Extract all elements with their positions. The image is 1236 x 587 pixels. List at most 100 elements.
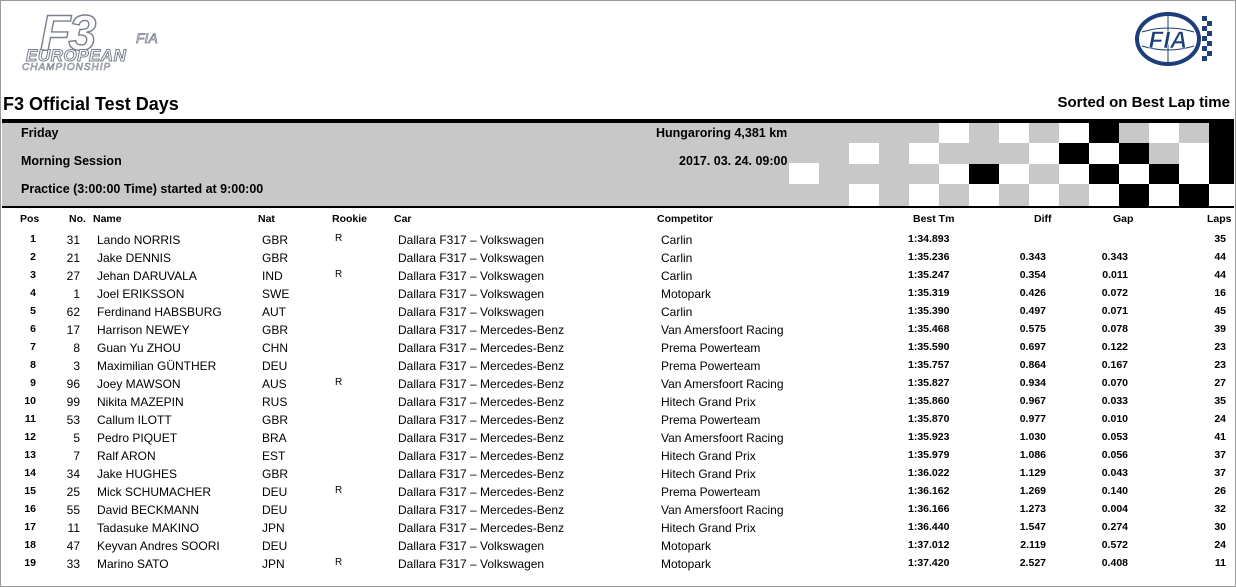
cell-competitor: Hitech Grand Prix xyxy=(661,521,756,535)
cell-gap: 0.072 xyxy=(1101,287,1128,299)
cell-laps: 16 xyxy=(1214,287,1226,299)
cell-no: 33 xyxy=(66,557,80,571)
cell-no: 3 xyxy=(73,359,80,373)
cell-no: 1 xyxy=(73,287,80,301)
table-row: 5 62 Ferdinand HABSBURG AUT Dallara F317 – V… xyxy=(0,305,1236,323)
cell-car: Dallara F317 – Mercedes-Benz xyxy=(398,359,565,373)
session-name: Morning Session xyxy=(21,154,122,168)
cell-best: 1:35.236 xyxy=(908,251,950,263)
cell-pos: 10 xyxy=(24,395,36,407)
cell-diff: 2.527 xyxy=(1019,557,1046,569)
cell-car: Dallara F317 – Volkswagen xyxy=(398,557,545,571)
cell-best: 1:34.893 xyxy=(908,233,950,245)
cell-no: 31 xyxy=(66,233,80,247)
f3-logo-championship-text: CHAMPIONSHIP xyxy=(22,62,112,74)
table-row: 8 3 Maximilian GÜNTHER DEU Dallara F317 – Me… xyxy=(0,359,1236,377)
cell-name: Lando NORRIS xyxy=(97,233,181,247)
cell-no: 11 xyxy=(67,521,80,535)
cell-laps: 24 xyxy=(1214,539,1226,551)
cell-gap: 0.408 xyxy=(1101,557,1128,569)
cell-name: Jehan DARUVALA xyxy=(97,269,197,283)
cell-best: 1:37.012 xyxy=(908,539,950,551)
header-pos: Pos xyxy=(20,213,40,225)
cell-gap: 0.056 xyxy=(1101,449,1128,461)
f3-european-championship-logo: F3 FIA EUROPEAN CHAMPIONSHIP xyxy=(18,4,168,74)
cell-no: 55 xyxy=(66,503,80,517)
cell-gap: 0.122 xyxy=(1101,341,1128,353)
cell-best: 1:35.590 xyxy=(908,341,950,353)
cell-nat: AUT xyxy=(262,305,286,319)
header-gap: Gap xyxy=(1113,213,1134,225)
cell-name: Ferdinand HABSBURG xyxy=(97,305,222,319)
cell-laps: 26 xyxy=(1214,485,1226,497)
cell-laps: 45 xyxy=(1214,305,1226,317)
cell-car: Dallara F317 – Mercedes-Benz xyxy=(398,323,565,337)
cell-pos: 12 xyxy=(24,431,36,443)
cell-car: Dallara F317 – Mercedes-Benz xyxy=(398,467,565,481)
cell-competitor: Carlin xyxy=(661,233,693,247)
cell-gap: 0.033 xyxy=(1101,395,1128,407)
cell-pos: 8 xyxy=(30,359,36,371)
header-best-time: Best Tm xyxy=(913,213,955,225)
cell-laps: 27 xyxy=(1214,377,1226,389)
cell-no: 62 xyxy=(66,305,80,319)
cell-gap: 0.343 xyxy=(1101,251,1128,263)
cell-best: 1:35.468 xyxy=(908,323,950,335)
cell-diff: 1.086 xyxy=(1019,449,1046,461)
cell-diff: 0.575 xyxy=(1019,323,1046,335)
cell-competitor: Van Amersfoort Racing xyxy=(661,431,784,445)
table-row: 6 17 Harrison NEWEY GBR Dallara F317 – Merce… xyxy=(0,323,1236,341)
cell-car: Dallara F317 – Volkswagen xyxy=(398,251,545,265)
cell-laps: 37 xyxy=(1214,467,1226,479)
cell-no: 5 xyxy=(73,431,80,445)
cell-laps: 30 xyxy=(1214,521,1226,533)
cell-competitor: Hitech Grand Prix xyxy=(661,467,756,481)
cell-best: 1:35.860 xyxy=(908,395,950,407)
cell-laps: 23 xyxy=(1214,341,1226,353)
fia-logo-text: FIA xyxy=(1149,27,1188,54)
table-row: 10 99 Nikita MAZEPIN RUS Dallara F317 – Merc… xyxy=(0,395,1236,413)
cell-diff: 1.129 xyxy=(1019,467,1046,479)
header-rookie: Rookie xyxy=(332,213,368,225)
cell-diff: 1.547 xyxy=(1019,521,1046,533)
cell-nat: IND xyxy=(262,269,283,283)
cell-nat: SWE xyxy=(262,287,290,301)
cell-laps: 11 xyxy=(1214,557,1226,569)
cell-diff: 0.497 xyxy=(1019,305,1046,317)
cell-no: 53 xyxy=(66,413,80,427)
cell-name: David BECKMANN xyxy=(97,503,200,517)
cell-rookie: R xyxy=(335,377,343,388)
cell-best: 1:35.319 xyxy=(908,287,950,299)
cell-best: 1:35.979 xyxy=(908,449,950,461)
cell-gap: 0.004 xyxy=(1101,503,1128,515)
cell-pos: 16 xyxy=(24,503,36,515)
header-competitor: Competitor xyxy=(657,213,713,225)
cell-laps: 23 xyxy=(1214,359,1226,371)
cell-nat: DEU xyxy=(262,485,288,499)
cell-gap: 0.140 xyxy=(1101,485,1128,497)
cell-car: Dallara F317 – Mercedes-Benz xyxy=(398,521,565,535)
cell-diff: 0.967 xyxy=(1019,395,1046,407)
cell-no: 7 xyxy=(73,449,80,463)
cell-pos: 11 xyxy=(24,413,36,425)
cell-no: 21 xyxy=(66,251,80,265)
cell-nat: DEU xyxy=(262,503,288,517)
cell-car: Dallara F317 – Mercedes-Benz xyxy=(398,431,565,445)
cell-laps: 37 xyxy=(1214,449,1226,461)
cell-competitor: Motopark xyxy=(661,539,712,553)
cell-pos: 1 xyxy=(30,233,36,245)
cell-name: Pedro PIQUET xyxy=(97,431,178,445)
cell-diff: 1.030 xyxy=(1019,431,1046,443)
table-row: 9 96 Joey MAWSON AUS R Dallara F317 – Mercede… xyxy=(0,377,1236,395)
cell-diff: 0.426 xyxy=(1019,287,1046,299)
cell-competitor: Prema Powerteam xyxy=(661,341,761,355)
cell-best: 1:35.827 xyxy=(908,377,950,389)
cell-name: Mick SCHUMACHER xyxy=(97,485,211,499)
cell-gap: 0.053 xyxy=(1101,431,1128,443)
session-practice-info: Practice (3:00:00 Time) started at 9:00:… xyxy=(21,182,264,196)
cell-pos: 2 xyxy=(30,251,36,263)
cell-pos: 4 xyxy=(30,287,36,299)
cell-rookie: R xyxy=(335,485,343,496)
cell-diff: 0.934 xyxy=(1019,377,1046,389)
cell-name: Nikita MAZEPIN xyxy=(97,395,184,409)
